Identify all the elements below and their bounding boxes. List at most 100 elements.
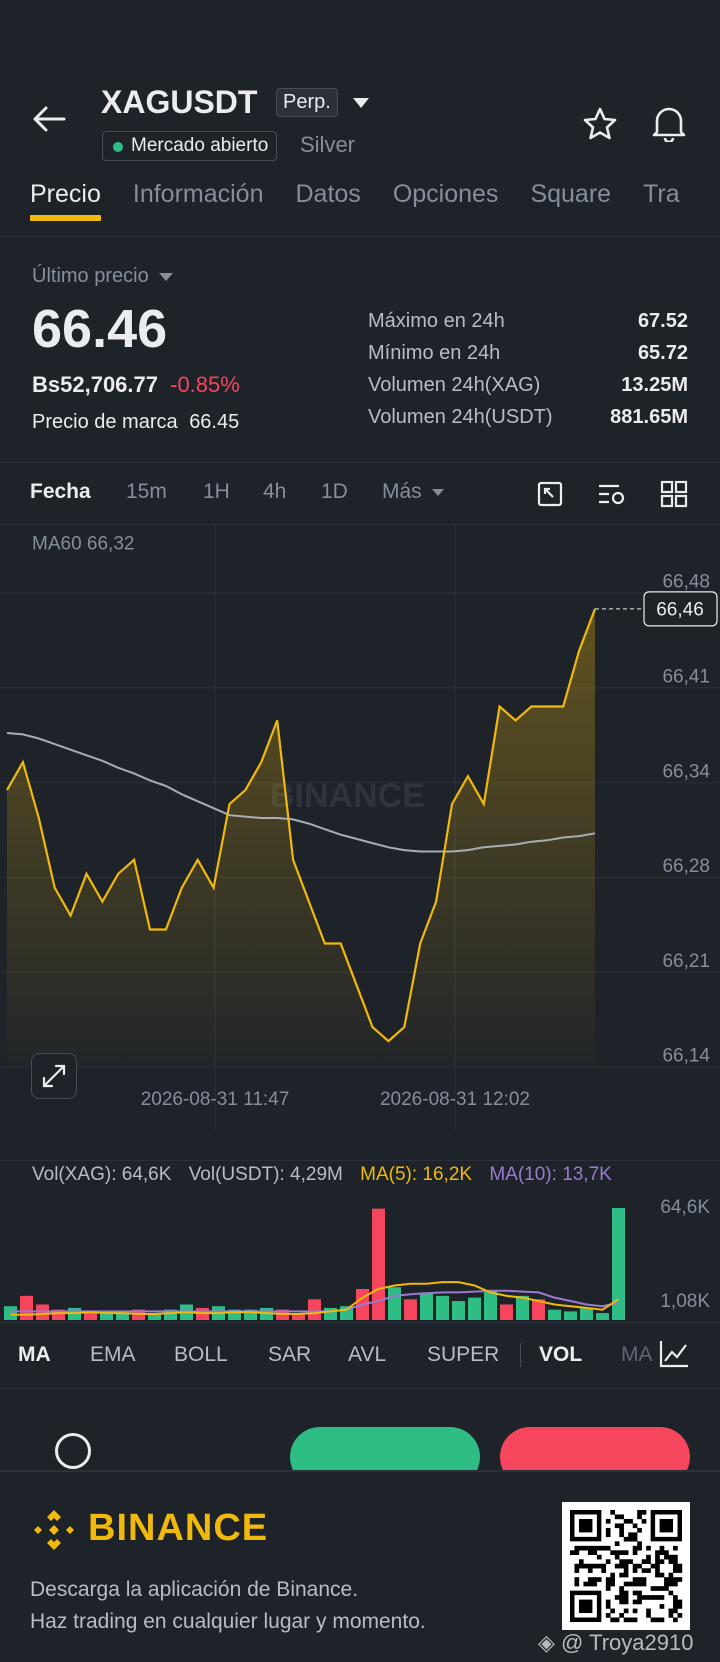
footer-line-2: Haz trading en cualquier lugar y momento… xyxy=(30,1610,426,1633)
tabs-divider xyxy=(0,236,720,237)
volume-bar xyxy=(4,1306,17,1320)
ind-avl[interactable]: AVL xyxy=(348,1343,386,1367)
qr-module xyxy=(619,1613,624,1618)
volume-bar xyxy=(84,1313,97,1320)
timeframe-1h[interactable]: 1H xyxy=(203,480,230,504)
qr-module xyxy=(646,1545,651,1551)
sell-button[interactable] xyxy=(500,1427,690,1471)
layout-grid-icon[interactable] xyxy=(660,480,688,508)
star-icon[interactable] xyxy=(582,106,618,142)
ind-ma[interactable]: MA xyxy=(18,1343,51,1367)
timeframe-date[interactable]: Fecha xyxy=(30,480,91,504)
qr-code-image xyxy=(570,1510,683,1623)
ind-ma-sub[interactable]: MA xyxy=(621,1343,653,1367)
volume-bar xyxy=(324,1307,337,1320)
qr-module xyxy=(673,1604,678,1609)
chevron-down-icon[interactable] xyxy=(351,96,371,110)
qr-module xyxy=(583,1563,589,1569)
qr-module xyxy=(614,1595,620,1600)
qr-module xyxy=(632,1532,638,1538)
qr-module xyxy=(574,1581,580,1587)
qr-module xyxy=(610,1572,615,1578)
price-area xyxy=(7,608,595,1065)
vol-ma10: MA(10): 13,7K xyxy=(489,1164,612,1185)
qr-module xyxy=(632,1590,638,1596)
qr-module xyxy=(614,1550,620,1555)
qr-module xyxy=(619,1595,624,1600)
qr-module xyxy=(659,1545,665,1551)
tab-informacion[interactable]: Información xyxy=(133,180,264,209)
qr-module xyxy=(583,1581,589,1587)
chart-mode-icon[interactable] xyxy=(536,480,564,508)
vol-y-top: 64,6K xyxy=(660,1197,710,1218)
tab-datos[interactable]: Datos xyxy=(296,180,361,209)
back-arrow-icon[interactable] xyxy=(32,106,66,132)
indicator-chart-icon[interactable] xyxy=(658,1339,690,1369)
qr-module xyxy=(673,1608,678,1614)
timeframe-1d[interactable]: 1D xyxy=(321,480,348,504)
qr-module xyxy=(592,1545,598,1551)
vol-ma5: MA(5): 16,2K xyxy=(360,1164,473,1185)
qr-module xyxy=(637,1563,642,1569)
caret-down-icon xyxy=(159,272,174,281)
timeframe-15m[interactable]: 15m xyxy=(126,480,167,504)
qr-module xyxy=(623,1599,629,1605)
qr-module xyxy=(587,1550,593,1555)
qr-module xyxy=(637,1510,642,1515)
indicator-settings-icon[interactable] xyxy=(597,480,627,508)
timeframe-4h[interactable]: 4h xyxy=(263,480,286,504)
qr-module xyxy=(619,1523,624,1529)
qr-module xyxy=(619,1514,624,1520)
qr-module xyxy=(677,1599,683,1605)
volume-chart[interactable]: 64,6K 1,08K xyxy=(0,1190,720,1325)
qr-module xyxy=(641,1568,647,1573)
tab-precio[interactable]: Precio xyxy=(30,180,101,221)
ind-boll[interactable]: BOLL xyxy=(174,1343,228,1367)
qr-module xyxy=(673,1554,678,1560)
ind-super[interactable]: SUPER xyxy=(427,1343,499,1367)
last-price-label[interactable]: Último precio xyxy=(32,265,174,288)
qr-module xyxy=(587,1577,593,1582)
qr-module xyxy=(601,1568,607,1573)
tab-trade[interactable]: Tra xyxy=(643,180,680,209)
bell-icon[interactable] xyxy=(651,104,687,142)
qr-module xyxy=(610,1510,615,1515)
qr-module xyxy=(673,1545,678,1551)
qr-module xyxy=(637,1590,642,1596)
qr-module xyxy=(637,1577,642,1582)
qr-module xyxy=(677,1563,683,1569)
qr-module xyxy=(592,1581,598,1587)
qr-module xyxy=(628,1518,633,1524)
stats-divider xyxy=(0,462,720,463)
qr-module xyxy=(632,1568,638,1573)
volume-legend: Vol(XAG): 64,6K Vol(USDT): 4,29M MA(5): … xyxy=(32,1164,612,1186)
qr-module xyxy=(646,1559,651,1564)
symbol-title[interactable]: XAGUSDT xyxy=(101,84,257,121)
timeframe-more[interactable]: Más xyxy=(382,480,445,504)
more-icon[interactable] xyxy=(55,1433,91,1469)
qr-module xyxy=(646,1554,651,1560)
footer-promo: BINANCE Descarga la aplicación de Binanc… xyxy=(0,1470,720,1662)
local-currency-value: Bs52,706.77 xyxy=(32,372,158,397)
qr-module xyxy=(641,1510,647,1515)
buy-button[interactable] xyxy=(290,1427,480,1471)
tab-opciones[interactable]: Opciones xyxy=(393,180,499,209)
y-tick-label: 66,21 xyxy=(662,951,710,972)
qr-module xyxy=(619,1572,624,1578)
tab-square[interactable]: Square xyxy=(530,180,611,209)
y-tick-label: 66,34 xyxy=(662,761,710,782)
ind-ema[interactable]: EMA xyxy=(90,1343,136,1367)
qr-code xyxy=(562,1502,690,1630)
qr-module xyxy=(619,1527,624,1533)
qr-module xyxy=(605,1532,611,1538)
price-chart[interactable]: BINANCE 66,48 66,41 66,34 66,28 66,21 66,14 6… xyxy=(0,525,720,1130)
qr-module xyxy=(673,1577,678,1582)
qr-module xyxy=(673,1599,678,1605)
qr-module xyxy=(641,1577,647,1582)
ind-sar[interactable]: SAR xyxy=(268,1343,311,1367)
qr-module xyxy=(655,1568,660,1573)
qr-module xyxy=(587,1545,593,1551)
expand-chart-button[interactable] xyxy=(31,1053,77,1099)
ind-vol[interactable]: VOL xyxy=(539,1343,582,1367)
qr-module xyxy=(655,1554,660,1560)
